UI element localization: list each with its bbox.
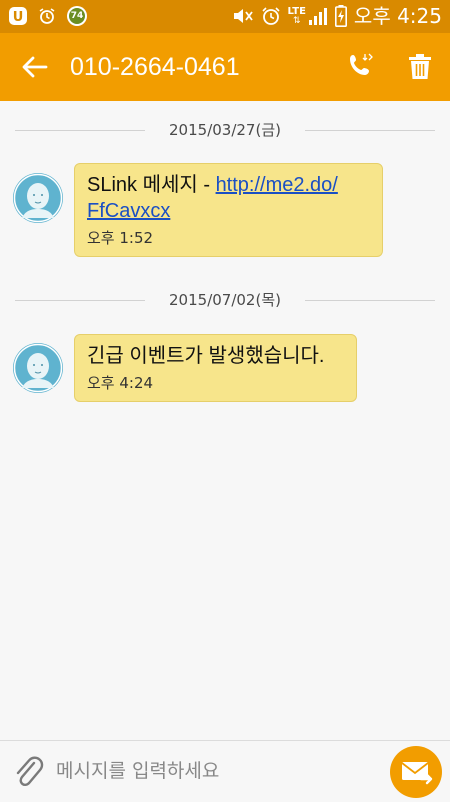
call-button[interactable] xyxy=(346,51,376,81)
lte-signal-icon: LTE ⇅ xyxy=(288,6,328,26)
attach-button[interactable] xyxy=(12,753,44,789)
u-plus-icon: U xyxy=(9,7,27,25)
contact-avatar-icon xyxy=(13,343,63,393)
weather-value: 74 xyxy=(70,11,84,21)
svg-text:U: U xyxy=(13,10,24,25)
message-time: 오후 1:52 xyxy=(87,229,154,247)
message-bubble[interactable]: SLink 메세지 - http://me2.do/FfCavxcx 오후 1:… xyxy=(74,163,383,257)
back-arrow-icon xyxy=(22,56,48,78)
status-bar: U 74 LTE ⇅ 오후 4:25 xyxy=(0,0,450,33)
contact-avatar-icon xyxy=(13,173,63,223)
avatar[interactable] xyxy=(12,342,64,394)
battery-charging-icon xyxy=(334,5,347,27)
back-button[interactable] xyxy=(20,53,50,81)
weather-icon: 74 xyxy=(66,5,88,27)
message-bubble[interactable]: 긴급 이벤트가 발생했습니다. 오후 4:24 xyxy=(74,334,357,402)
phone-icon xyxy=(350,53,373,75)
message-text: 긴급 이벤트가 발생했습니다. xyxy=(87,345,325,367)
send-envelope-icon xyxy=(401,762,433,785)
conversation-header: 010-2664-0461 xyxy=(0,33,450,101)
message-link-part2: FfCavxcx xyxy=(87,200,171,222)
divider xyxy=(305,300,435,301)
message-text: SLink 메세지 - http://me2.do/FfCavxcx xyxy=(87,172,370,224)
divider xyxy=(305,130,435,131)
composer-bar xyxy=(0,740,450,801)
message-input[interactable] xyxy=(56,753,376,789)
alarm-icon xyxy=(39,8,55,24)
message-time: 오후 4:24 xyxy=(87,374,154,392)
avatar[interactable] xyxy=(12,172,64,224)
date-separator: 2015/07/02(목) xyxy=(15,289,435,311)
mute-icon xyxy=(233,9,253,23)
date-separator: 2015/03/27(금) xyxy=(15,119,435,141)
alarm-icon xyxy=(261,7,280,25)
message-body: SLink 메세지 - xyxy=(87,174,216,196)
trash-icon xyxy=(409,54,431,79)
paperclip-icon xyxy=(16,756,44,787)
send-button[interactable] xyxy=(390,746,442,798)
message-link-part1: http://me2.do/ xyxy=(215,174,338,196)
status-time: 오후 4:25 xyxy=(353,4,442,28)
delete-button[interactable] xyxy=(406,52,434,82)
contact-number: 010-2664-0461 xyxy=(70,53,240,81)
